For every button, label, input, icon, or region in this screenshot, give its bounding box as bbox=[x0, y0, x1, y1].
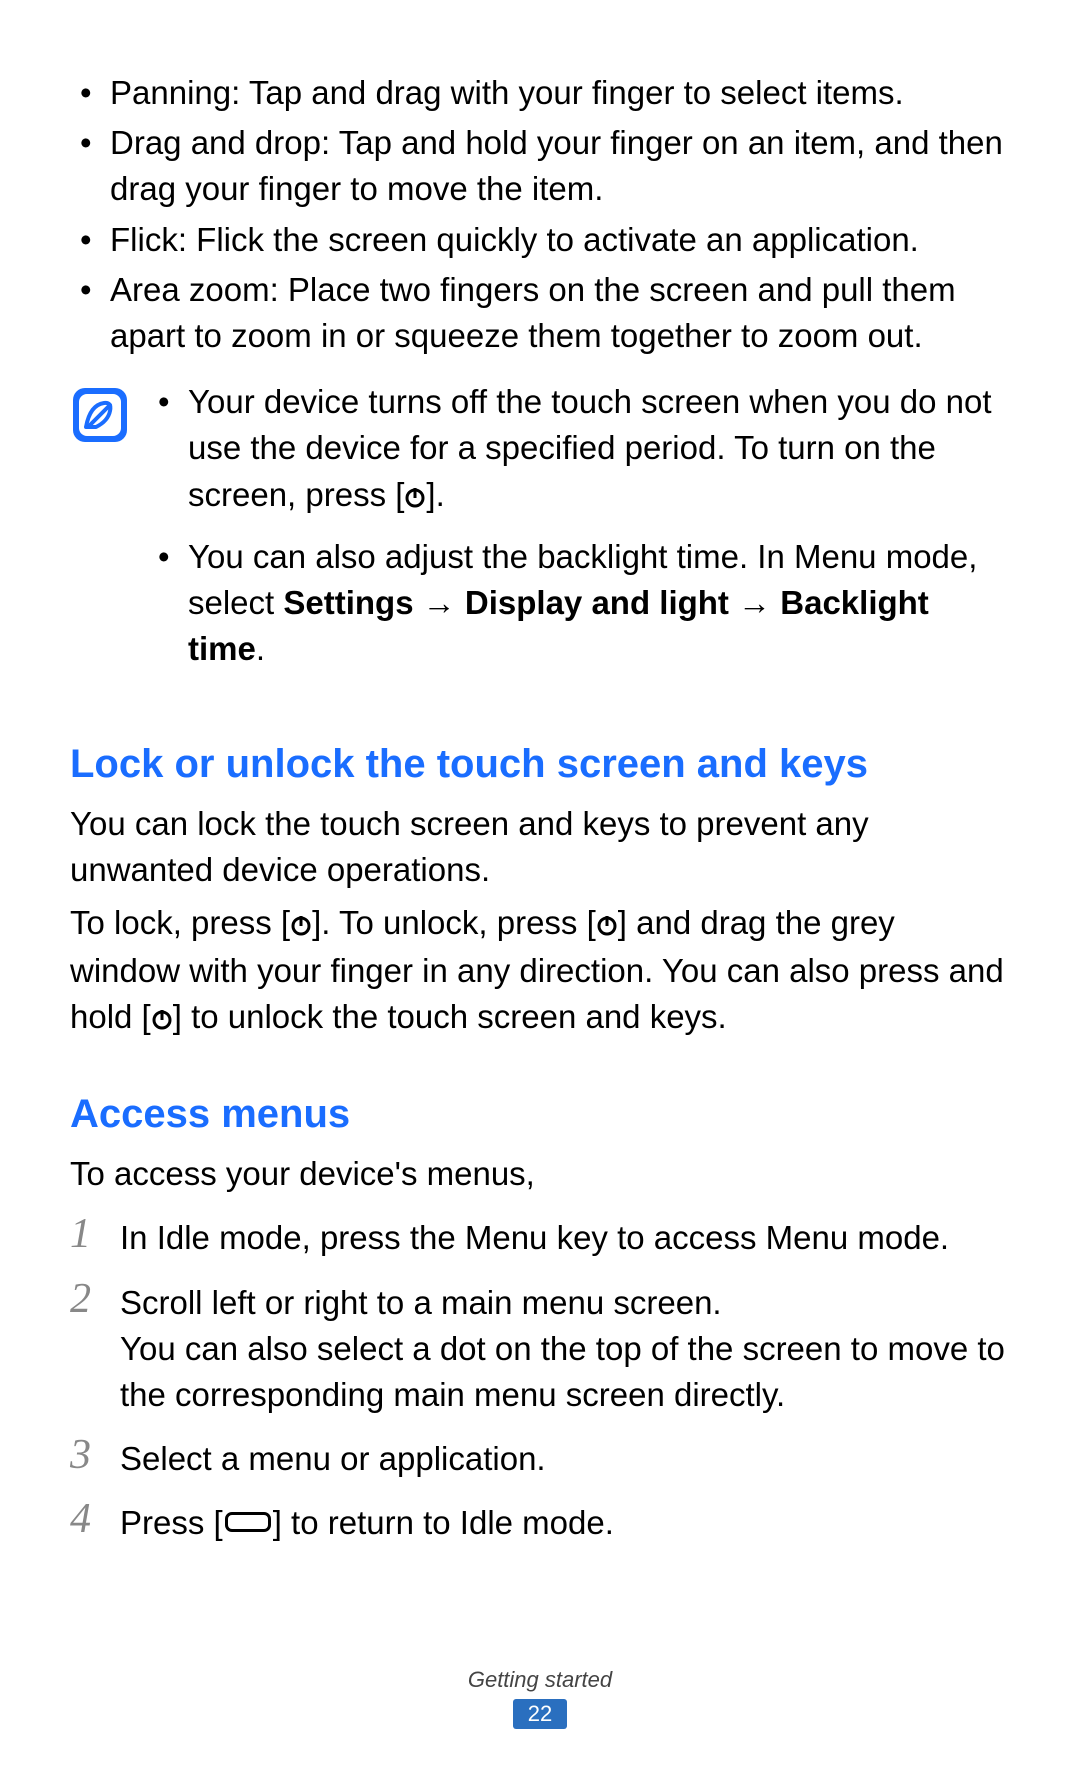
text-fragment: Scroll left or right to a main menu scre… bbox=[120, 1284, 722, 1321]
list-item: Drag and drop: Tap and hold your finger … bbox=[70, 120, 1010, 212]
step-text: In Idle mode, press the Menu key to acce… bbox=[120, 1211, 1010, 1261]
step-number: 4 bbox=[70, 1496, 120, 1540]
power-icon bbox=[404, 474, 426, 520]
list-item-text: Area zoom: Place two fingers on the scre… bbox=[110, 271, 956, 354]
list-item-text: Flick: Flick the screen quickly to activ… bbox=[110, 221, 919, 258]
text-fragment: You can also select a dot on the top of … bbox=[120, 1330, 1005, 1413]
text-fragment: Press [ bbox=[120, 1504, 223, 1541]
gesture-list: Panning: Tap and drag with your finger t… bbox=[70, 70, 1010, 359]
step-number: 1 bbox=[70, 1211, 120, 1255]
step-item: 4 Press [ ] to return to Idle mode. bbox=[70, 1496, 1010, 1546]
body-paragraph: You can lock the touch screen and keys t… bbox=[70, 801, 1010, 893]
body-paragraph: To lock, press []. To unlock, press [] a… bbox=[70, 900, 1010, 1043]
power-icon bbox=[151, 996, 173, 1042]
list-item: Panning: Tap and drag with your finger t… bbox=[70, 70, 1010, 116]
power-icon bbox=[290, 902, 312, 948]
text-fragment: ] to unlock the touch screen and keys. bbox=[173, 998, 727, 1035]
list-item: Flick: Flick the screen quickly to activ… bbox=[70, 217, 1010, 263]
power-icon bbox=[596, 902, 618, 948]
note-content: Your device turns off the touch screen w… bbox=[148, 379, 1010, 692]
list-item-text: Panning: Tap and drag with your finger t… bbox=[110, 74, 904, 111]
note-text: ]. bbox=[426, 476, 444, 513]
text-fragment: To lock, press [ bbox=[70, 904, 290, 941]
text-fragment: ]. To unlock, press [ bbox=[312, 904, 596, 941]
step-number: 3 bbox=[70, 1432, 120, 1476]
list-item-text: Drag and drop: Tap and hold your finger … bbox=[110, 124, 1003, 207]
note-text: Your device turns off the touch screen w… bbox=[188, 383, 992, 512]
text-fragment: ] to return to Idle mode. bbox=[273, 1504, 614, 1541]
step-number: 2 bbox=[70, 1276, 120, 1320]
step-text: Press [ ] to return to Idle mode. bbox=[120, 1496, 1010, 1546]
section-heading: Lock or unlock the touch screen and keys bbox=[70, 742, 1010, 787]
note-box: Your device turns off the touch screen w… bbox=[70, 379, 1010, 692]
note-item: Your device turns off the touch screen w… bbox=[148, 379, 1010, 520]
step-text: Select a menu or application. bbox=[120, 1432, 1010, 1482]
step-item: 2 Scroll left or right to a main menu sc… bbox=[70, 1276, 1010, 1419]
end-key-icon bbox=[225, 1512, 271, 1532]
list-item: Area zoom: Place two fingers on the scre… bbox=[70, 267, 1010, 359]
step-text: Scroll left or right to a main menu scre… bbox=[120, 1276, 1010, 1419]
note-text: . bbox=[256, 630, 265, 667]
page-footer: Getting started 22 bbox=[0, 1667, 1080, 1729]
body-paragraph: To access your device's menus, bbox=[70, 1151, 1010, 1197]
note-bold: Settings → Display and light → Backlight… bbox=[188, 584, 929, 667]
note-item: You can also adjust the backlight time. … bbox=[148, 534, 1010, 673]
note-icon bbox=[70, 385, 130, 445]
step-item: 1 In Idle mode, press the Menu key to ac… bbox=[70, 1211, 1010, 1261]
step-item: 3 Select a menu or application. bbox=[70, 1432, 1010, 1482]
lock-section: Lock or unlock the touch screen and keys… bbox=[70, 742, 1010, 1042]
access-section: Access menus To access your device's men… bbox=[70, 1092, 1010, 1546]
step-list: 1 In Idle mode, press the Menu key to ac… bbox=[70, 1211, 1010, 1546]
section-heading: Access menus bbox=[70, 1092, 1010, 1137]
page-number-badge: 22 bbox=[513, 1699, 567, 1729]
page: Panning: Tap and drag with your finger t… bbox=[0, 0, 1080, 1771]
footer-section-label: Getting started bbox=[0, 1667, 1080, 1693]
